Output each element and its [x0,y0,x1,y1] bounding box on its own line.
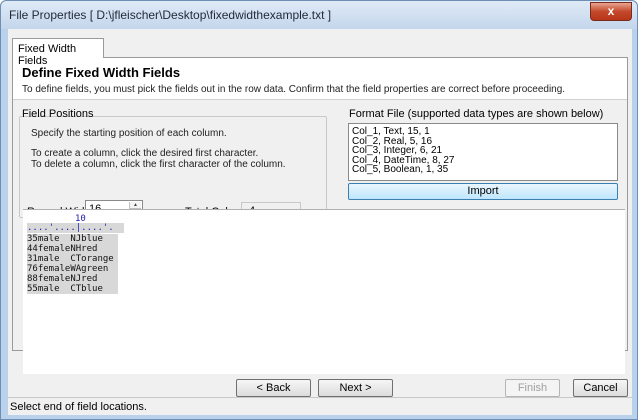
page-title: Define Fixed Width Fields [22,65,181,80]
column-ruler[interactable]: ....'....|....'. [27,223,124,233]
field-positions-title: Field Positions [22,108,94,120]
data-row[interactable]: 31male CTorange [27,254,118,264]
data-row[interactable]: 55male CTblue [27,284,118,294]
close-button[interactable]: x [590,2,632,21]
close-icon: x [607,4,615,18]
page-description: To define fields, you must pick the fiel… [22,84,566,95]
title-bar[interactable]: File Properties [ D:\jfleischer\Desktop\… [1,1,637,29]
data-row[interactable]: 35male NJblue [27,234,118,244]
page-header: Define Fixed Width Fields To define fiel… [13,58,627,100]
data-rows: 35male NJblue 44femaleNHred 31male CTora… [27,234,118,294]
status-bar: Select end of field locations. [8,397,632,415]
file-properties-window: File Properties [ D:\jfleischer\Desktop\… [0,0,638,420]
back-button[interactable]: < Back [236,379,311,397]
cancel-button[interactable]: Cancel [573,379,628,397]
window-title: File Properties [ D:\jfleischer\Desktop\… [9,8,332,22]
delete-column-instruction: To delete a column, click the first char… [31,159,286,170]
status-text: Select end of field locations. [10,401,147,413]
create-column-instruction: To create a column, click the desired fi… [31,148,259,159]
format-file-textbox[interactable]: Col_1, Text, 15, 1 Col_2, Real, 5, 16 Co… [348,123,618,181]
format-file-title: Format File (supported data types are sh… [349,108,604,120]
format-line: Col_5, Boolean, 1, 35 [352,164,449,175]
spin-up-icon[interactable]: ▲ [130,202,141,209]
data-row[interactable]: 76femaleWAgreen [27,264,118,274]
tab-fixed-width-fields[interactable]: Fixed Width Fields [12,38,104,67]
client-area: Fixed Width Fields Define Fixed Width Fi… [8,29,632,415]
field-positions-instruction: Specify the starting position of each co… [31,128,227,139]
finish-button[interactable]: Finish [505,379,560,397]
next-button[interactable]: Next > [318,379,393,397]
data-row[interactable]: 88femaleNJred [27,274,118,284]
import-button[interactable]: Import [348,183,618,200]
data-row[interactable]: 44femaleNHred [27,244,118,254]
